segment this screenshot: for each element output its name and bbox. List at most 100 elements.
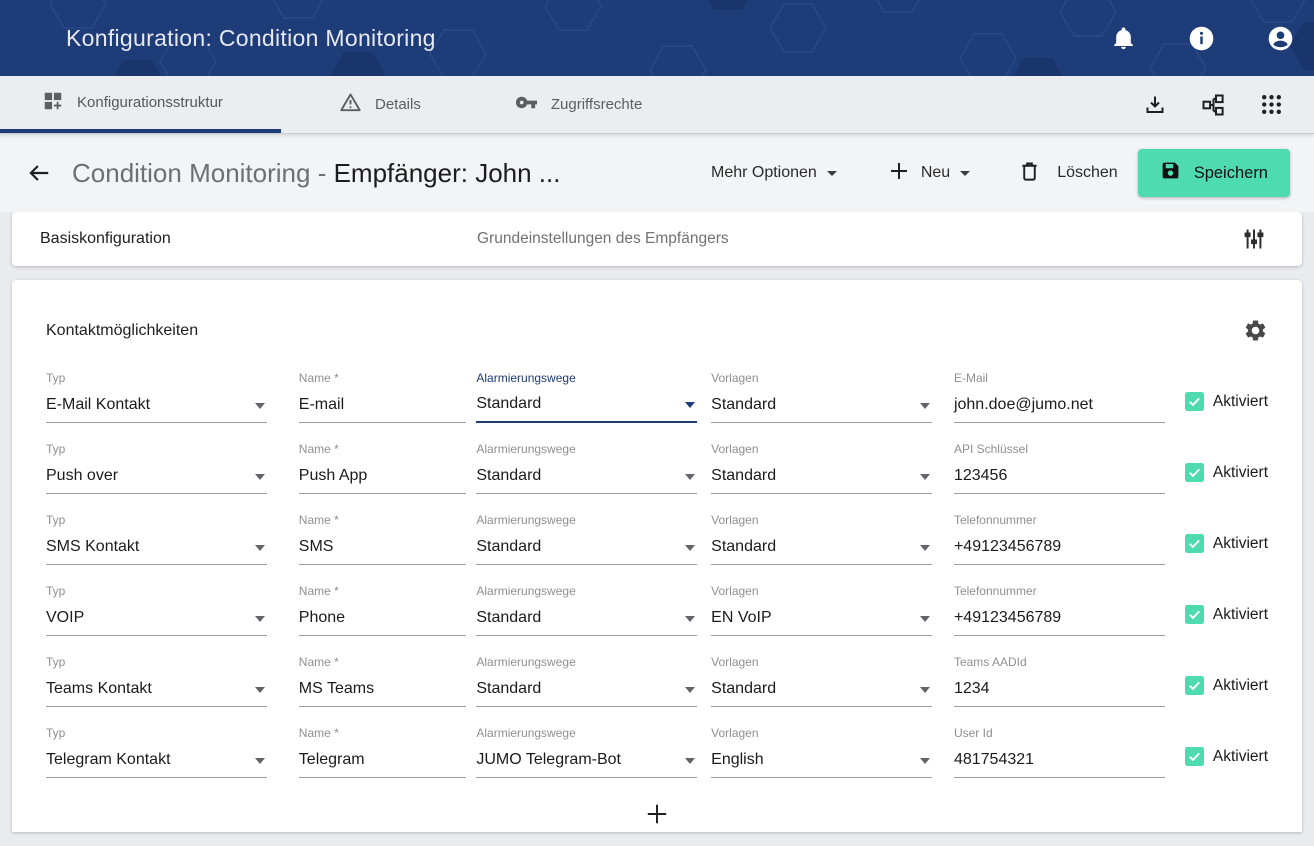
sliders-icon[interactable] (1242, 227, 1266, 251)
back-arrow-icon[interactable] (26, 160, 52, 186)
extra-input[interactable]: Telefonnummer +49123456789 (954, 582, 1165, 636)
breadcrumb-current: Empfänger: John ... (334, 158, 561, 188)
plus-icon (887, 159, 911, 188)
schema-icon[interactable] (1201, 93, 1225, 117)
checkbox-check-icon[interactable] (1185, 392, 1204, 411)
new-label: Neu (921, 164, 950, 182)
alarmierungswege-select[interactable]: Alarmierungswege Standard (476, 653, 697, 707)
new-button[interactable]: Neu (887, 159, 970, 188)
tab-details[interactable]: Details (333, 76, 427, 133)
name-input[interactable]: Name * E-mail (299, 369, 467, 423)
alarmierungswege-select[interactable]: Alarmierungswege Standard (476, 582, 697, 636)
field-value: Telegram (299, 751, 365, 769)
more-options-button[interactable]: Mehr Optionen (711, 164, 837, 182)
vorlagen-select[interactable]: Vorlagen English (711, 724, 932, 778)
save-button[interactable]: Speichern (1138, 149, 1290, 197)
vorlagen-select[interactable]: Vorlagen Standard (711, 653, 932, 707)
extra-input[interactable]: Teams AADId 1234 (954, 653, 1165, 707)
chevron-down-icon (960, 171, 970, 176)
extra-input[interactable]: E-Mail john.doe@jumo.net (954, 369, 1165, 423)
typ-select[interactable]: Typ SMS Kontakt (46, 511, 267, 565)
field-value: SMS (299, 538, 334, 556)
gear-icon[interactable] (1243, 318, 1268, 343)
vorlagen-select[interactable]: Vorlagen Standard (711, 440, 932, 494)
chevron-down-icon (255, 474, 265, 480)
typ-select[interactable]: Typ Teams Kontakt (46, 653, 267, 707)
chevron-down-icon (685, 545, 695, 551)
trash-icon (1018, 159, 1041, 187)
field-value: +49123456789 (954, 609, 1061, 627)
extra-input[interactable]: API Schlüssel 123456 (954, 440, 1165, 494)
name-input[interactable]: Name * Telegram (299, 724, 467, 778)
aktiviert-checkbox[interactable]: Aktiviert (1185, 392, 1268, 411)
alarmierungswege-select[interactable]: Alarmierungswege Standard (476, 440, 697, 494)
field-value: Standard (476, 680, 541, 698)
aktiviert-checkbox[interactable]: Aktiviert (1185, 605, 1268, 624)
checkbox-check-icon[interactable] (1185, 605, 1204, 624)
field-label: Name * (299, 440, 467, 456)
bell-icon[interactable] (1111, 26, 1136, 51)
field-label: Vorlagen (711, 724, 932, 740)
checkbox-label: Aktiviert (1213, 606, 1268, 624)
info-icon[interactable] (1188, 25, 1215, 52)
section-basiskonfiguration[interactable]: Basiskonfiguration Grundeinstellungen de… (12, 212, 1302, 266)
typ-select[interactable]: Typ Telegram Kontakt (46, 724, 267, 778)
add-plus-icon (644, 801, 670, 827)
tab-label: Zugriffsrechte (551, 96, 642, 113)
name-input[interactable]: Name * MS Teams (299, 653, 467, 707)
field-label: Name * (299, 653, 467, 669)
field-value: Standard (711, 396, 776, 414)
aktiviert-checkbox[interactable]: Aktiviert (1185, 534, 1268, 553)
typ-select[interactable]: Typ Push over (46, 440, 267, 494)
delete-button[interactable]: Löschen (1018, 159, 1118, 187)
alarmierungswege-select[interactable]: Alarmierungswege Standard (476, 511, 697, 565)
checkbox-check-icon[interactable] (1185, 534, 1204, 553)
field-label: Alarmierungswege (476, 369, 697, 385)
alarmierungswege-select[interactable]: Alarmierungswege JUMO Telegram-Bot (476, 724, 697, 778)
save-label: Speichern (1194, 164, 1268, 183)
chevron-down-icon (920, 758, 930, 764)
field-value: 123456 (954, 467, 1007, 485)
contact-row: Typ E-Mail Kontakt Name * E-mail Alarmie… (46, 369, 1268, 423)
checkbox-label: Aktiviert (1213, 464, 1268, 482)
aktiviert-checkbox[interactable]: Aktiviert (1185, 676, 1268, 695)
account-icon[interactable] (1267, 25, 1294, 52)
aktiviert-checkbox[interactable]: Aktiviert (1185, 463, 1268, 482)
tab-konfigurationsstruktur[interactable]: Konfigurationsstruktur (0, 76, 281, 133)
key-icon (515, 91, 538, 118)
vorlagen-select[interactable]: Vorlagen EN VoIP (711, 582, 932, 636)
field-label: Alarmierungswege (476, 724, 697, 740)
name-input[interactable]: Name * Phone (299, 582, 467, 636)
field-value: JUMO Telegram-Bot (476, 751, 621, 769)
chevron-down-icon (255, 758, 265, 764)
apps-grid-icon[interactable] (1259, 92, 1284, 117)
typ-select[interactable]: Typ VOIP (46, 582, 267, 636)
chevron-down-icon (685, 687, 695, 693)
contact-row: Typ SMS Kontakt Name * SMS Alarmierungsw… (46, 511, 1268, 565)
field-value: VOIP (46, 609, 84, 627)
field-label: Vorlagen (711, 440, 932, 456)
field-value: Standard (476, 609, 541, 627)
field-label: Telefonnummer (954, 511, 1165, 527)
checkbox-check-icon[interactable] (1185, 747, 1204, 766)
extra-input[interactable]: User Id 481754321 (954, 724, 1165, 778)
field-label: Typ (46, 653, 267, 669)
typ-select[interactable]: Typ E-Mail Kontakt (46, 369, 267, 423)
vorlagen-select[interactable]: Vorlagen Standard (711, 511, 932, 565)
checkbox-check-icon[interactable] (1185, 463, 1204, 482)
aktiviert-checkbox[interactable]: Aktiviert (1185, 747, 1268, 766)
name-input[interactable]: Name * SMS (299, 511, 467, 565)
extra-input[interactable]: Telefonnummer +49123456789 (954, 511, 1165, 565)
contact-row: Typ Telegram Kontakt Name * Telegram Ala… (46, 724, 1268, 778)
field-label: Alarmierungswege (476, 511, 697, 527)
add-contact-button[interactable] (634, 795, 680, 833)
tab-zugriffsrechte[interactable]: Zugriffsrechte (509, 76, 648, 133)
alarmierungswege-select[interactable]: Alarmierungswege Standard (476, 369, 697, 423)
vorlagen-select[interactable]: Vorlagen Standard (711, 369, 932, 423)
name-input[interactable]: Name * Push App (299, 440, 467, 494)
page-title: Konfiguration: Condition Monitoring (66, 25, 436, 52)
kontaktmoeglichkeiten-card: Kontaktmöglichkeiten Typ E-Mail Kontakt … (12, 280, 1302, 832)
download-icon[interactable] (1143, 93, 1167, 117)
checkbox-check-icon[interactable] (1185, 676, 1204, 695)
field-label: Teams AADId (954, 653, 1165, 669)
